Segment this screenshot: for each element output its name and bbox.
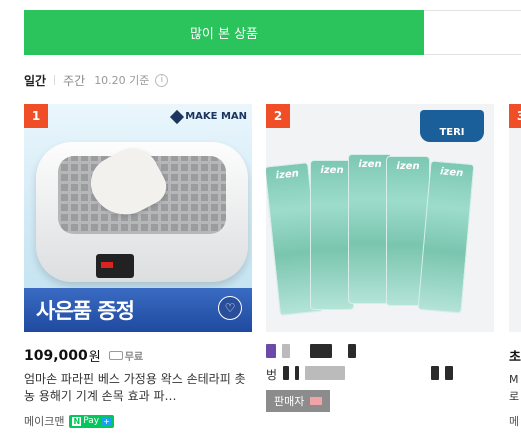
info-icon[interactable]: i: [155, 73, 169, 87]
tab-most-viewed[interactable]: 많이 본 상품: [24, 10, 424, 55]
npay-label: Pay: [83, 416, 100, 426]
product-card[interactable]: 2 TERI izen izen izen izen izen 벙 판매자: [266, 104, 494, 412]
tab-bar: 많이 본 상품: [24, 10, 521, 55]
seller-name[interactable]: 메이크맨: [24, 413, 64, 429]
product-card[interactable]: 1 MAKE MAN 사은품 증정 ♡ 109,000 원 무료 엄마손 파라핀…: [24, 104, 252, 429]
price-value: 109,000: [24, 347, 88, 364]
price-currency: 원: [88, 350, 101, 365]
redacted-block: [310, 397, 323, 405]
popular-products-widget: 많이 본 상품 일간 주간 10.20 기준 i 1 MAKE MAN 사은품 …: [0, 0, 521, 448]
title-line: M: [509, 373, 519, 386]
pouch-label: izen: [396, 161, 420, 172]
product-thumbnail[interactable]: 2 TERI izen izen izen izen izen: [266, 104, 494, 332]
brand-logo: MAKE MAN: [170, 109, 247, 124]
redacted-block: [282, 344, 290, 358]
sale-label: 판매자: [274, 395, 305, 408]
title-start: 벙: [266, 368, 278, 382]
shipping-label: 무료: [124, 352, 144, 363]
seller-name[interactable]: 메: [509, 413, 519, 429]
period-filter: 일간 주간 10.20 기준 i: [24, 71, 169, 89]
redacted-block: [283, 366, 290, 380]
product-thumbnail[interactable]: 3: [509, 104, 521, 332]
redacted-block: [445, 366, 454, 380]
rank-badge: 2: [266, 104, 290, 128]
redacted-block: [295, 366, 300, 380]
redacted-block: [431, 366, 440, 380]
brand-logo: TERI: [420, 110, 484, 142]
price-value: 초: [509, 350, 521, 365]
npay-plus: +: [102, 416, 112, 426]
product-image: TERI izen izen izen izen izen: [266, 104, 494, 332]
control-panel: [96, 254, 134, 278]
pouch-label: izen: [439, 166, 464, 180]
npay-badge: N Pay +: [69, 414, 115, 428]
redacted-block: [310, 344, 332, 358]
seller-row: 메이크맨 N Pay +: [24, 413, 252, 429]
filter-daily[interactable]: 일간: [24, 72, 46, 89]
price: 109,000 원 무료: [24, 346, 252, 366]
product-title[interactable]: M 로: [509, 371, 521, 405]
product-image: MAKE MAN 사은품 증정: [24, 104, 252, 332]
truck-icon: [108, 351, 123, 360]
product-title[interactable]: 엄마손 파라핀 베스 가정용 왁스 손테라피 촛농 용해기 기계 손목 효과 파…: [24, 371, 252, 405]
rank-badge: 3: [509, 104, 521, 128]
seller-badge[interactable]: 판매자: [266, 390, 331, 412]
product-image: [509, 104, 521, 332]
obscured-title: 벙: [266, 366, 494, 382]
product-thumbnail[interactable]: 1 MAKE MAN 사은품 증정 ♡: [24, 104, 252, 332]
basis-date: 10.20 기준: [94, 74, 150, 87]
brand-logo-text: MAKE MAN: [185, 111, 247, 122]
diamond-icon: [170, 109, 185, 124]
pouch-label: izen: [358, 159, 382, 170]
filter-weekly[interactable]: 주간: [63, 72, 85, 89]
redacted-block: [266, 344, 276, 358]
obscured-price: [266, 344, 494, 358]
title-line: 로: [509, 390, 520, 403]
npay-n: N: [72, 416, 82, 426]
pouch-label: izen: [320, 165, 344, 176]
filter-divider: [54, 75, 56, 85]
product-card[interactable]: 3 초 M 로 메: [509, 104, 521, 429]
shipping-info: 무료: [108, 348, 144, 363]
seller-row: 메: [509, 413, 521, 429]
price: 초: [509, 346, 521, 365]
tab-other[interactable]: [424, 10, 521, 55]
heart-icon[interactable]: ♡: [218, 296, 242, 320]
redacted-block: [348, 344, 356, 358]
pouch-label: izen: [275, 168, 300, 182]
redacted-block: [305, 366, 346, 380]
rank-badge: 1: [24, 104, 48, 128]
